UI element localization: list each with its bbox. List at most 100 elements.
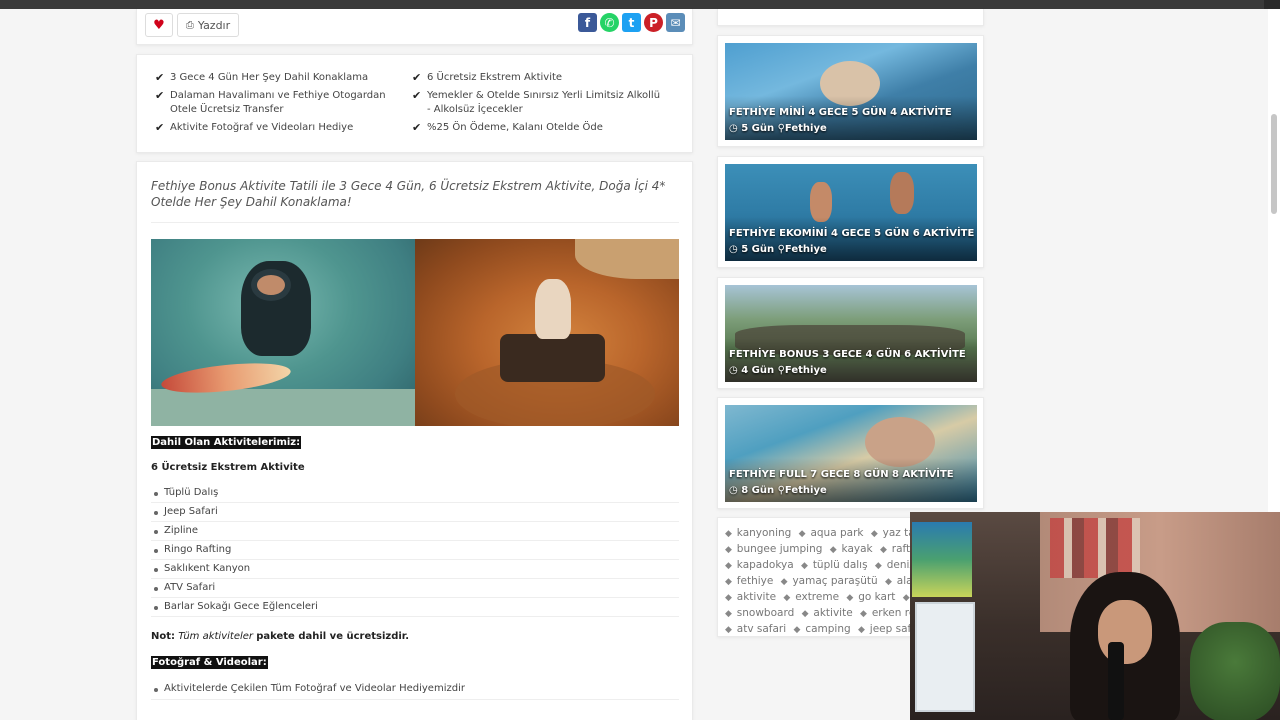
webcam-plant xyxy=(1190,622,1280,720)
tag-link[interactable]: ◆ bungee jumping xyxy=(725,543,824,555)
feature-text: 6 Ücretsiz Ekstrem Aktivite xyxy=(427,72,563,83)
tag-label: aqua park xyxy=(810,527,864,539)
tour-description: Fethiye Bonus Aktivite Tatili ile 3 Gece… xyxy=(136,161,693,720)
features-card: ✔ 3 Gece 4 Gün Her Şey Dahil Konaklama ✔ 6… xyxy=(136,54,693,153)
webcam-pc-case xyxy=(915,602,975,712)
list-item: Tüplü Dalış xyxy=(151,484,679,503)
map-pin-icon: ⚲ xyxy=(777,485,785,496)
tag-link[interactable]: ◆ atv safari xyxy=(725,623,788,635)
jumper-figure xyxy=(810,182,832,222)
check-icon: ✔ xyxy=(412,71,422,84)
photos-title: Fotoğraf & Videolar: xyxy=(151,656,268,669)
tag-link[interactable]: ◆ tüplü dalış xyxy=(801,559,870,571)
feature-text: Aktivite Fotoğraf ve Videoları Hediye xyxy=(170,122,354,133)
list-item: Jeep Safari xyxy=(151,503,679,522)
clock-icon: ◷ xyxy=(729,485,738,496)
tag-label: aktivite xyxy=(736,591,777,603)
tag-label: camping xyxy=(805,623,851,635)
tag-icon: ◆ xyxy=(725,625,735,635)
tour-image[interactable]: FETHİYE MİNİ 4 GECE 5 GÜN 4 AKTİVİTE ◷ 5… xyxy=(725,43,977,140)
tag-link[interactable]: ◆ kanyoning xyxy=(725,527,793,539)
feature-item: ✔ Yemekler & Otelde Sınırsız Yerli Limits… xyxy=(412,89,662,117)
check-icon: ✔ xyxy=(155,71,165,84)
tag-icon: ◆ xyxy=(725,593,735,603)
check-icon: ✔ xyxy=(155,89,165,102)
list-item: Aktivitelerde Çekilen Tüm Fotoğraf ve Vi… xyxy=(151,680,679,700)
check-icon: ✔ xyxy=(155,121,165,134)
list-item: Zipline xyxy=(151,522,679,541)
favorite-button[interactable]: ♥ xyxy=(145,13,173,37)
pinterest-icon[interactable]: P xyxy=(644,13,663,32)
tag-link[interactable]: ◆ aktivite xyxy=(725,591,778,603)
action-bar: ♥ ⎙ Yazdır f ✆ t P ✉ xyxy=(136,9,693,45)
tag-link[interactable]: ◆ camping xyxy=(794,623,853,635)
tag-link[interactable]: ◆ aktivite xyxy=(802,607,855,619)
webcam-face xyxy=(1098,600,1152,664)
tag-icon: ◆ xyxy=(874,561,885,571)
feature-item: ✔ 3 Gece 4 Gün Her Şey Dahil Konaklama xyxy=(155,71,395,85)
tag-icon: ◆ xyxy=(858,625,868,635)
tag-icon: ◆ xyxy=(798,529,809,539)
tour-image[interactable]: FETHİYE BONUS 3 GECE 4 GÜN 6 AKTİVİTE ◷ … xyxy=(725,285,977,382)
feature-text: %25 Ön Ödeme, Kalanı Otelde Öde xyxy=(427,122,603,133)
heart-icon: ♥ xyxy=(153,17,165,33)
feature-item: ✔ Dalaman Havalimanı ve Fethiye Otogardan… xyxy=(155,89,395,117)
note-bold: pakete dahil ve ücretsizdir. xyxy=(256,631,410,642)
tour-title[interactable]: FETHİYE EKOMİNİ 4 GECE 5 GÜN 6 AKTİVİTE xyxy=(729,228,974,239)
tag-icon: ◆ xyxy=(829,545,840,555)
photos-list: Aktivitelerde Çekilen Tüm Fotoğraf ve Vi… xyxy=(151,680,679,700)
list-item: Barlar Sokağı Gece Eğlenceleri xyxy=(151,598,679,617)
tag-icon: ◆ xyxy=(846,593,857,603)
list-item: ATV Safari xyxy=(151,579,679,598)
scrollbar-thumb[interactable] xyxy=(1271,114,1277,214)
note-prefix: Not: xyxy=(151,631,176,642)
print-button[interactable]: ⎙ Yazdır xyxy=(177,13,239,37)
feature-item: ✔ 6 Ücretsiz Ekstrem Aktivite xyxy=(412,71,662,85)
webcam-posters xyxy=(1050,518,1140,578)
tour-card[interactable]: FETHİYE MİNİ 4 GECE 5 GÜN 4 AKTİVİTE ◷ 5… xyxy=(717,35,984,147)
tour-card[interactable]: FETHİYE FULL 7 GECE 8 GÜN 8 AKTİVİTE ◷ 8… xyxy=(717,397,984,509)
window-top-bar xyxy=(0,0,1280,9)
tour-title[interactable]: FETHİYE BONUS 3 GECE 4 GÜN 6 AKTİVİTE xyxy=(729,349,966,360)
tag-icon: ◆ xyxy=(725,561,735,571)
divider xyxy=(151,222,679,223)
tour-duration: 4 Gün xyxy=(741,365,775,376)
note-italic: Tüm aktiviteler xyxy=(178,631,254,642)
tag-icon: ◆ xyxy=(780,577,791,587)
feature-text: Yemekler & Otelde Sınırsız Yerli Limitsi… xyxy=(427,90,661,115)
map-pin-icon: ⚲ xyxy=(777,365,785,376)
check-icon: ✔ xyxy=(412,121,422,134)
tag-link[interactable]: ◆ go kart xyxy=(846,591,897,603)
tag-link[interactable]: ◆ extreme xyxy=(783,591,841,603)
tag-icon: ◆ xyxy=(725,577,735,587)
tag-icon: ◆ xyxy=(783,593,794,603)
tag-link[interactable]: ◆ kayak xyxy=(830,543,875,555)
tour-meta: ◷ 5 Gün ⚲Fethiye xyxy=(729,244,827,255)
tag-link[interactable]: ◆ kapadokya xyxy=(725,559,796,571)
diver-mask xyxy=(251,269,291,301)
tour-image[interactable]: FETHİYE EKOMİNİ 4 GECE 5 GÜN 6 AKTİVİTE … xyxy=(725,164,977,261)
tour-card[interactable]: FETHİYE EKOMİNİ 4 GECE 5 GÜN 6 AKTİVİTE … xyxy=(717,156,984,268)
activities-title: Dahil Olan Aktivitelerimiz: xyxy=(151,436,302,449)
seabed xyxy=(151,389,415,426)
twitter-icon[interactable]: t xyxy=(622,13,641,32)
email-icon[interactable]: ✉ xyxy=(666,13,685,32)
tag-label: aktivite xyxy=(813,607,853,619)
tag-label: tüplü dalış xyxy=(812,559,868,571)
atv-rider xyxy=(535,279,571,339)
whatsapp-icon[interactable]: ✆ xyxy=(600,13,619,32)
tag-link[interactable]: ◆ snowboard xyxy=(725,607,796,619)
tour-title[interactable]: FETHİYE FULL 7 GECE 8 GÜN 8 AKTİVİTE xyxy=(729,469,954,480)
tour-duration: 5 Gün xyxy=(741,123,775,134)
tour-title[interactable]: FETHİYE MİNİ 4 GECE 5 GÜN 4 AKTİVİTE xyxy=(729,107,952,118)
atv-vehicle xyxy=(500,334,605,382)
tag-link[interactable]: ◆ yamaç paraşütü xyxy=(781,575,880,587)
clock-icon: ◷ xyxy=(729,123,738,134)
tag-link[interactable]: ◆ aqua park xyxy=(799,527,866,539)
tag-link[interactable]: ◆ fethiye xyxy=(725,575,775,587)
tour-meta: ◷ 5 Gün ⚲Fethiye xyxy=(729,123,827,134)
tour-card[interactable]: FETHİYE BONUS 3 GECE 4 GÜN 6 AKTİVİTE ◷ … xyxy=(717,277,984,389)
facebook-icon[interactable]: f xyxy=(578,13,597,32)
tour-image[interactable]: FETHİYE FULL 7 GECE 8 GÜN 8 AKTİVİTE ◷ 8… xyxy=(725,405,977,502)
intro-text: Fethiye Bonus Aktivite Tatili ile 3 Gece… xyxy=(151,179,666,209)
